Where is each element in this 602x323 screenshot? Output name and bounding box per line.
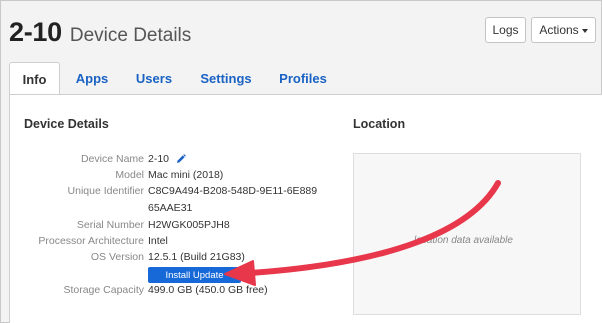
detail-value: H2WGK005PJH8 bbox=[148, 219, 230, 231]
detail-label: Processor Architecture bbox=[38, 235, 144, 247]
caret-down-icon bbox=[581, 28, 588, 33]
tab-info[interactable]: Info bbox=[9, 62, 60, 95]
detail-value: C8C9A494-B208-548D-9E11-6E889 bbox=[148, 185, 318, 197]
detail-label: Unique Identifier bbox=[67, 185, 144, 197]
detail-value: 499.0 GB (450.0 GB free) bbox=[148, 284, 268, 296]
tab-bar: Info Apps Users Settings Profiles bbox=[9, 62, 602, 95]
tab-label: Users bbox=[135, 70, 173, 86]
tab-label: Info bbox=[22, 71, 47, 87]
actions-button-label: Actions bbox=[539, 23, 579, 37]
info-panel: Device Details Location Device Name 2-10… bbox=[9, 94, 602, 323]
detail-row-os-version: OS Version 12.5.1 (Build 21G83) bbox=[10, 251, 330, 267]
actions-dropdown-button[interactable]: Actions bbox=[531, 17, 596, 43]
app-window: 2-10 Device Details Logs Actions Info Ap… bbox=[0, 0, 602, 323]
detail-row-device-name: Device Name 2-10 bbox=[10, 153, 330, 169]
detail-value: 12.5.1 (Build 21G83) bbox=[148, 251, 245, 263]
tab-apps[interactable]: Apps bbox=[71, 62, 113, 94]
page-title-text: Device Details bbox=[69, 25, 192, 46]
detail-row-processor-architecture: Processor Architecture Intel bbox=[10, 235, 330, 251]
detail-row-model: Model Mac mini (2018) bbox=[10, 169, 330, 185]
install-update-button[interactable]: Install Update bbox=[148, 267, 241, 283]
tab-label: Profiles bbox=[279, 70, 327, 86]
tab-profiles[interactable]: Profiles bbox=[273, 62, 333, 94]
logs-button-label: Logs bbox=[492, 23, 519, 37]
detail-value: 2-10 bbox=[148, 153, 170, 165]
pencil-icon[interactable] bbox=[176, 154, 186, 164]
page-title: 2-10 Device Details bbox=[9, 17, 191, 48]
detail-row-serial-number: Serial Number H2WGK005PJH8 bbox=[10, 219, 330, 235]
device-id-heading: 2-10 bbox=[9, 17, 62, 47]
detail-row-storage-capacity: Storage Capacity 499.0 GB (450.0 GB free… bbox=[10, 284, 330, 300]
detail-row-unique-identifier-cont: 65AAE31 bbox=[10, 202, 330, 218]
tab-settings[interactable]: Settings bbox=[195, 62, 257, 94]
detail-label: OS Version bbox=[90, 251, 144, 263]
device-details-heading: Device Details bbox=[24, 117, 109, 131]
tab-users[interactable]: Users bbox=[130, 62, 178, 94]
install-update-label: Install Update bbox=[165, 269, 224, 281]
detail-label: Model bbox=[115, 169, 144, 181]
detail-label: Serial Number bbox=[76, 219, 144, 231]
logs-button[interactable]: Logs bbox=[485, 17, 526, 43]
detail-value-continued: 65AAE31 bbox=[148, 202, 193, 214]
detail-value: Intel bbox=[148, 235, 168, 247]
location-heading: Location bbox=[353, 117, 406, 131]
detail-value: Mac mini (2018) bbox=[148, 169, 224, 181]
tab-label: Settings bbox=[200, 70, 252, 86]
detail-label: Storage Capacity bbox=[63, 284, 144, 296]
location-empty-text: location data available bbox=[414, 235, 513, 246]
tab-label: Apps bbox=[75, 70, 109, 86]
location-map-placeholder: location data available bbox=[353, 153, 581, 315]
detail-label: Device Name bbox=[80, 153, 144, 165]
detail-row-unique-identifier: Unique Identifier C8C9A494-B208-548D-9E1… bbox=[10, 185, 330, 201]
